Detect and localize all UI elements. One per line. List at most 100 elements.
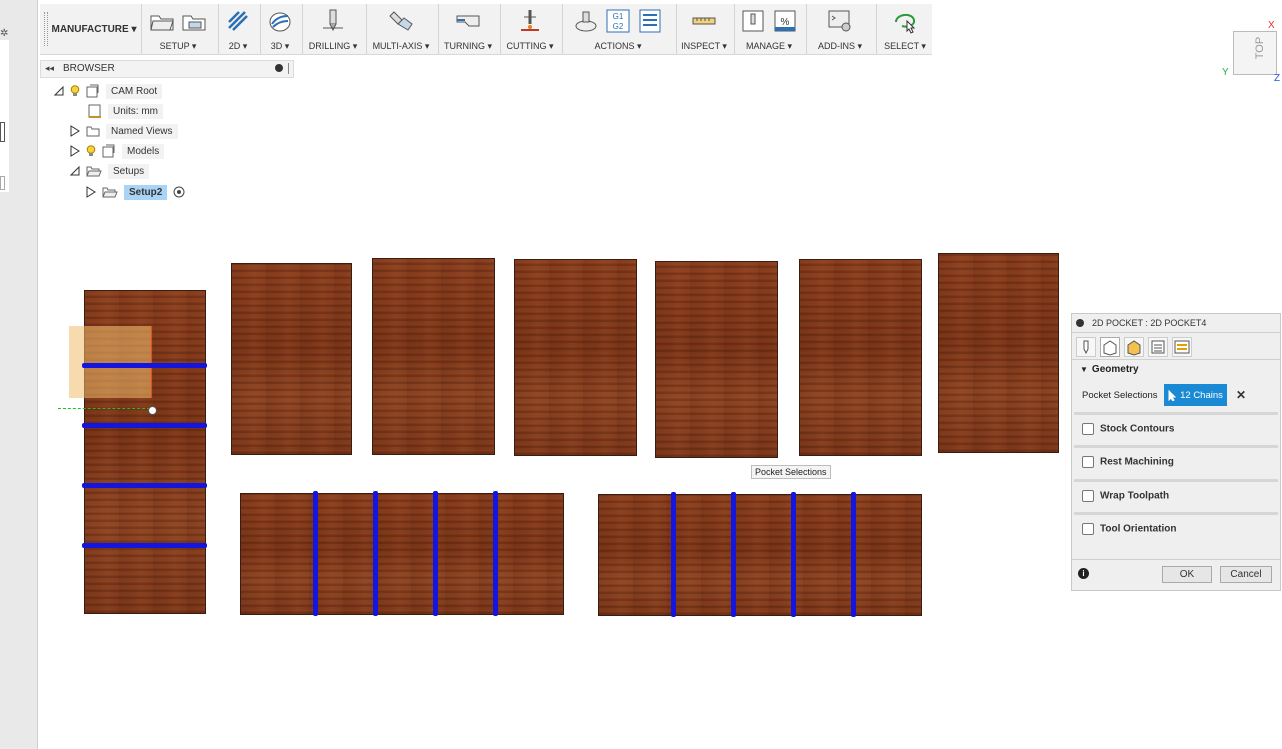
selected-chain[interactable] — [671, 492, 676, 617]
tool-orientation-option[interactable]: Tool Orientation — [1082, 523, 1176, 535]
viewcube[interactable]: TOP — [1233, 31, 1277, 75]
divider — [1074, 412, 1278, 415]
selected-chain[interactable] — [791, 492, 796, 617]
lightbulb-icon[interactable] — [86, 145, 96, 157]
viewcube-face-top[interactable]: TOP — [1254, 37, 1266, 59]
wood-panel[interactable] — [231, 263, 352, 455]
ok-button[interactable]: OK — [1162, 566, 1212, 583]
selected-chain[interactable] — [851, 492, 856, 617]
tree-item-cam-root[interactable]: CAM Root — [54, 82, 163, 100]
tab-tool-icon[interactable] — [1076, 337, 1096, 357]
svg-text:%: % — [781, 17, 790, 28]
new-setup-icon[interactable] — [181, 8, 207, 34]
toolbar-group-inspect[interactable]: INSPECT ▾ — [676, 4, 731, 54]
collapse-dialog-icon[interactable] — [1076, 319, 1084, 327]
setup-folder-icon[interactable] — [149, 8, 175, 34]
activate-radio-icon[interactable] — [173, 186, 185, 198]
toolbar-group-setup[interactable]: SETUP ▾ — [141, 4, 214, 54]
selected-chain[interactable] — [433, 491, 438, 616]
selected-chain[interactable] — [82, 423, 207, 428]
toolbar-group-add-ins[interactable]: ADD-INS ▾ — [806, 4, 873, 54]
pocket-selections-label: Pocket Selections — [1082, 390, 1158, 401]
pin-icon[interactable] — [288, 63, 289, 74]
chains-selection-button[interactable]: 12 Chains — [1164, 384, 1227, 406]
geometry-section-header[interactable]: ▼ Geometry — [1080, 364, 1139, 375]
selected-chain[interactable] — [82, 483, 207, 488]
collapsed-triangle-icon[interactable] — [70, 145, 80, 157]
wrap-toolpath-checkbox[interactable] — [1082, 490, 1094, 502]
clear-selection-icon[interactable]: ✕ — [1236, 388, 1246, 402]
panel-handle-icon[interactable] — [0, 176, 5, 190]
select-lasso-icon[interactable] — [892, 8, 918, 34]
selected-chain[interactable] — [313, 491, 318, 616]
tab-geometry-icon[interactable] — [1100, 337, 1120, 357]
scripts-icon[interactable] — [827, 8, 853, 34]
multi-axis-icon[interactable] — [388, 8, 414, 34]
measure-icon[interactable] — [691, 8, 717, 34]
wood-board-horizontal[interactable] — [598, 494, 922, 616]
tool-orientation-checkbox[interactable] — [1082, 523, 1094, 535]
expanded-triangle-icon[interactable] — [54, 86, 64, 96]
tab-linking-icon[interactable] — [1172, 337, 1192, 357]
minimize-icon[interactable] — [275, 64, 283, 72]
tab-heights-icon[interactable] — [1124, 337, 1144, 357]
selected-chain[interactable] — [82, 363, 207, 368]
3d-toolpath-icon[interactable] — [267, 8, 293, 34]
collapsed-triangle-icon[interactable] — [86, 186, 96, 198]
stock-contours-checkbox[interactable] — [1082, 423, 1094, 435]
toolbar-group-actions[interactable]: G1 G2 ACTIONS ▾ — [562, 4, 673, 54]
template-library-icon[interactable]: % — [772, 8, 798, 34]
origin-point-icon[interactable] — [148, 406, 157, 415]
wood-board-horizontal[interactable] — [240, 493, 564, 615]
toolbar-group-3d[interactable]: 3D ▾ — [260, 4, 299, 54]
selected-chain[interactable] — [373, 491, 378, 616]
collapsed-triangle-icon[interactable] — [70, 125, 80, 137]
setup-sheet-icon[interactable] — [637, 8, 663, 34]
tree-item-models[interactable]: Models — [70, 142, 165, 160]
tab-passes-icon[interactable] — [1148, 337, 1168, 357]
cutting-icon[interactable] — [517, 8, 543, 34]
rest-machining-checkbox[interactable] — [1082, 456, 1094, 468]
selected-chain[interactable] — [82, 543, 207, 548]
chevron-down-icon[interactable]: ▼ — [1080, 365, 1088, 374]
stock-contours-option[interactable]: Stock Contours — [1082, 423, 1174, 435]
toolbar-group-2d[interactable]: 2D ▾ — [218, 4, 257, 54]
wood-panel[interactable] — [655, 261, 778, 458]
panel-handle-icon[interactable] — [0, 122, 5, 142]
cancel-button[interactable]: Cancel — [1220, 566, 1272, 583]
selected-chain[interactable] — [731, 492, 736, 617]
toolbar-group-cutting[interactable]: CUTTING ▾ — [500, 4, 559, 54]
toolbar-group-manage[interactable]: % MANAGE ▾ — [734, 4, 803, 54]
tree-item-setup2[interactable]: Setup2 — [86, 183, 185, 201]
tool-library-icon[interactable] — [740, 8, 766, 34]
cam-root-icon — [86, 84, 99, 98]
tree-item-setups[interactable]: Setups — [70, 162, 150, 180]
turning-icon[interactable] — [455, 8, 481, 34]
wood-panel[interactable] — [799, 259, 922, 456]
gear-icon[interactable]: ✲ — [0, 28, 8, 39]
setup-folder-icon — [102, 187, 118, 198]
drill-icon[interactable] — [320, 8, 346, 34]
wood-panel[interactable] — [372, 258, 495, 455]
tree-item-units[interactable]: Units: mm — [88, 102, 163, 120]
toolbar-group-drilling[interactable]: DRILLING ▾ — [302, 4, 363, 54]
wood-panel[interactable] — [514, 259, 637, 456]
toolbar-group-turning[interactable]: TURNING ▾ — [438, 4, 497, 54]
tree-item-named-views[interactable]: Named Views — [70, 122, 178, 140]
toolbar-group-multi-axis[interactable]: MULTI-AXIS ▾ — [366, 4, 435, 54]
wrap-toolpath-option[interactable]: Wrap Toolpath — [1082, 490, 1169, 502]
lightbulb-icon[interactable] — [70, 85, 80, 97]
rest-machining-option[interactable]: Rest Machining — [1082, 456, 1174, 468]
left-strip: ✲ — [0, 0, 38, 749]
post-process-icon[interactable]: G1G2 — [605, 8, 631, 34]
expanded-triangle-icon[interactable] — [70, 166, 80, 176]
workspace-switcher[interactable]: MANUFACTURE ▾ — [48, 4, 140, 54]
selected-chain[interactable] — [493, 491, 498, 616]
collapse-browser-icon[interactable]: ◂◂ — [45, 63, 54, 74]
simulate-icon[interactable] — [573, 8, 599, 34]
toolbar-group-select[interactable]: SELECT ▾ — [876, 4, 933, 54]
2d-toolpath-icon[interactable] — [225, 8, 251, 34]
wood-panel[interactable] — [938, 253, 1059, 453]
folder-icon — [86, 126, 100, 137]
info-icon[interactable]: i — [1078, 568, 1089, 579]
